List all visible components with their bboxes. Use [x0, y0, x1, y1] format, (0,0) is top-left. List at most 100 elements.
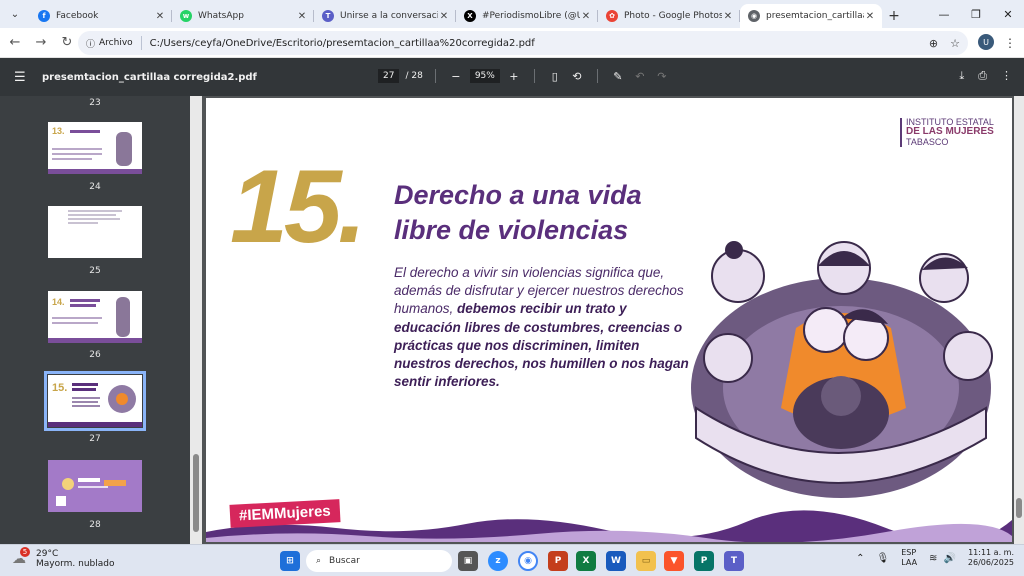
divider — [533, 69, 535, 83]
download-icon[interactable]: ⤓ — [959, 69, 964, 83]
page-number-input[interactable]: 27 — [378, 69, 400, 83]
tab-close-icon[interactable]: ✕ — [580, 11, 592, 22]
file-explorer-icon[interactable]: ▭ — [636, 551, 656, 571]
rotate-icon[interactable]: ⟲ — [569, 70, 585, 83]
pdf-filename: presemtacion_cartillaa corregida2.pdf — [42, 71, 257, 83]
task-view-icon[interactable]: ▣ — [458, 551, 478, 571]
tab-close-icon[interactable]: ✕ — [864, 11, 876, 22]
tab-title: presemtacion_cartillaa cor — [766, 11, 864, 21]
volume-icon[interactable]: 🔊 — [943, 553, 955, 564]
url-text[interactable]: C:/Users/ceyfa/OneDrive/Escritorio/prese… — [150, 38, 535, 49]
tab-0[interactable]: f Facebook ✕ — [30, 4, 172, 28]
tab-4[interactable]: ✿ Photo - Google Photos ✕ — [598, 4, 740, 28]
info-icon: ⓘ — [86, 39, 96, 50]
tab-title: Photo - Google Photos — [624, 11, 722, 21]
tab-close-icon[interactable]: ✕ — [438, 11, 450, 22]
tab-favicon-icon: T — [322, 10, 334, 22]
tab-close-icon[interactable]: ✕ — [722, 11, 734, 22]
sidebar-scrollbar[interactable] — [190, 96, 202, 544]
powerpoint-icon[interactable]: P — [548, 551, 568, 571]
weather-widget[interactable]: ☁ 5 29°C Mayorm. nublado — [12, 547, 115, 569]
thumbnail-number: 23 — [89, 98, 101, 108]
teams-icon[interactable]: T — [724, 551, 744, 571]
word-icon[interactable]: W — [606, 551, 626, 571]
tab-title: Unirse a la conversación — [340, 11, 438, 21]
publisher-icon[interactable]: P — [694, 551, 714, 571]
tab-1[interactable]: w WhatsApp ✕ — [172, 4, 314, 28]
reload-icon[interactable]: ↻ — [54, 30, 80, 56]
zoom-in-icon[interactable]: + — [506, 70, 522, 83]
pdf-toolbar: ☰ presemtacion_cartillaa corregida2.pdf … — [0, 58, 1024, 96]
redo-icon[interactable]: ↷ — [654, 70, 670, 83]
thumbnail-page-26[interactable]: 14. — [48, 291, 142, 343]
tab-2[interactable]: T Unirse a la conversación✕ — [314, 4, 456, 28]
more-options-icon[interactable]: ⋮ — [1001, 69, 1012, 83]
close-window-icon[interactable]: ✕ — [992, 0, 1024, 28]
annotate-icon[interactable]: ✎ — [610, 70, 626, 83]
thumbnail-preview: 14. — [48, 297, 142, 343]
thumbnail-number: 25 — [89, 266, 101, 276]
forward-icon[interactable]: → — [28, 30, 54, 56]
pdf-viewer: INSTITUTO ESTATAL DE LAS MUJERES TABASCO… — [202, 96, 1014, 544]
restore-icon[interactable]: ❐ — [960, 0, 992, 28]
sidebar-menu-icon[interactable]: ☰ — [14, 70, 32, 85]
viewer-scrollbar[interactable] — [1014, 96, 1024, 544]
chevron-up-icon[interactable]: ⌃ — [856, 553, 864, 564]
tab-title: Facebook — [56, 11, 99, 21]
thumbnail-preview — [68, 210, 122, 224]
language-indicator[interactable]: ESP LAA — [901, 548, 917, 567]
tab-title: #PeriodismoLibre (@UrielK — [482, 11, 580, 21]
system-tray: ⌃ 🎙 ESP LAA ≋ 🔊 11:11 a. m. 26/06/2025 — [856, 548, 1014, 568]
svg-text:14.: 14. — [52, 297, 65, 307]
zoom-out-icon[interactable]: − — [448, 70, 464, 83]
back-icon[interactable]: ← — [2, 30, 28, 56]
wifi-icon[interactable]: ≋ — [929, 553, 937, 564]
brave-icon[interactable]: ▼ — [664, 551, 684, 571]
tab-close-icon[interactable]: ✕ — [296, 11, 308, 22]
thumbnail-page-24[interactable]: 13. — [48, 122, 142, 174]
undo-icon[interactable]: ↶ — [632, 70, 648, 83]
slide-body-text: El derecho a vivir sin violencias signif… — [394, 265, 689, 390]
mic-muted-icon[interactable]: 🎙 — [877, 553, 890, 564]
sidebar-scroll-thumb[interactable] — [193, 454, 199, 532]
tab-close-icon[interactable]: ✕ — [154, 11, 166, 22]
tab-title: WhatsApp — [198, 11, 244, 21]
thumbnail-number: 24 — [89, 182, 101, 192]
viewer-scroll-thumb[interactable] — [1016, 498, 1022, 518]
zoom-app-icon[interactable]: z — [488, 551, 508, 571]
svg-text:13.: 13. — [52, 126, 65, 136]
zoom-icon[interactable]: ⊕ — [929, 37, 938, 50]
profile-avatar[interactable]: U — [978, 34, 994, 50]
group-hug-illustration — [691, 241, 993, 498]
divider — [434, 69, 436, 83]
thumbnail-preview: 15. — [48, 382, 142, 427]
institution-logo: INSTITUTO ESTATAL DE LAS MUJERES TABASCO — [900, 117, 994, 148]
thumbnail-page-25[interactable] — [48, 206, 142, 258]
thumbnail-preview — [48, 460, 142, 512]
excel-icon[interactable]: X — [576, 551, 596, 571]
chrome-icon[interactable]: ◉ — [518, 551, 538, 571]
fit-page-icon[interactable]: ▯ — [547, 70, 563, 83]
thumbnail-sidebar: 23 13. 24 25 14. 26 15. 27 28 — [0, 96, 190, 544]
windows-start-icon[interactable]: ⊞ — [280, 551, 300, 571]
new-tab-button[interactable]: + — [882, 4, 906, 28]
site-info-chip[interactable]: ⓘ Archivo — [86, 36, 142, 50]
tab-favicon-icon: w — [180, 10, 192, 22]
tab-3[interactable]: X #PeriodismoLibre (@UrielK✕ — [456, 4, 598, 28]
tab-search-dropdown[interactable]: ⌄ — [4, 3, 26, 25]
clock[interactable]: 11:11 a. m. 26/06/2025 — [968, 548, 1014, 568]
search-icon: ⌕ — [316, 556, 322, 566]
thumbnail-page-27[interactable]: 15. — [44, 371, 146, 431]
tab-5[interactable]: ◉ presemtacion_cartillaa cor✕ — [740, 4, 882, 28]
omnibox[interactable]: ⓘ Archivo C:/Users/ceyfa/OneDrive/Escrit… — [78, 31, 968, 55]
thumbnail-page-28[interactable] — [48, 460, 142, 512]
minimize-icon[interactable]: — — [928, 0, 960, 28]
thumbnail-number: 26 — [89, 350, 101, 360]
taskbar-search[interactable]: ⌕ Buscar — [306, 550, 452, 572]
weather-badge: 5 — [20, 547, 30, 557]
zoom-level-input[interactable]: 95% — [469, 69, 500, 83]
browser-menu-icon[interactable]: ⋮ — [1004, 36, 1016, 50]
bookmark-star-icon[interactable]: ☆ — [950, 37, 960, 50]
page-total: / 28 — [405, 71, 423, 81]
print-icon[interactable]: ⎙ — [978, 69, 987, 83]
